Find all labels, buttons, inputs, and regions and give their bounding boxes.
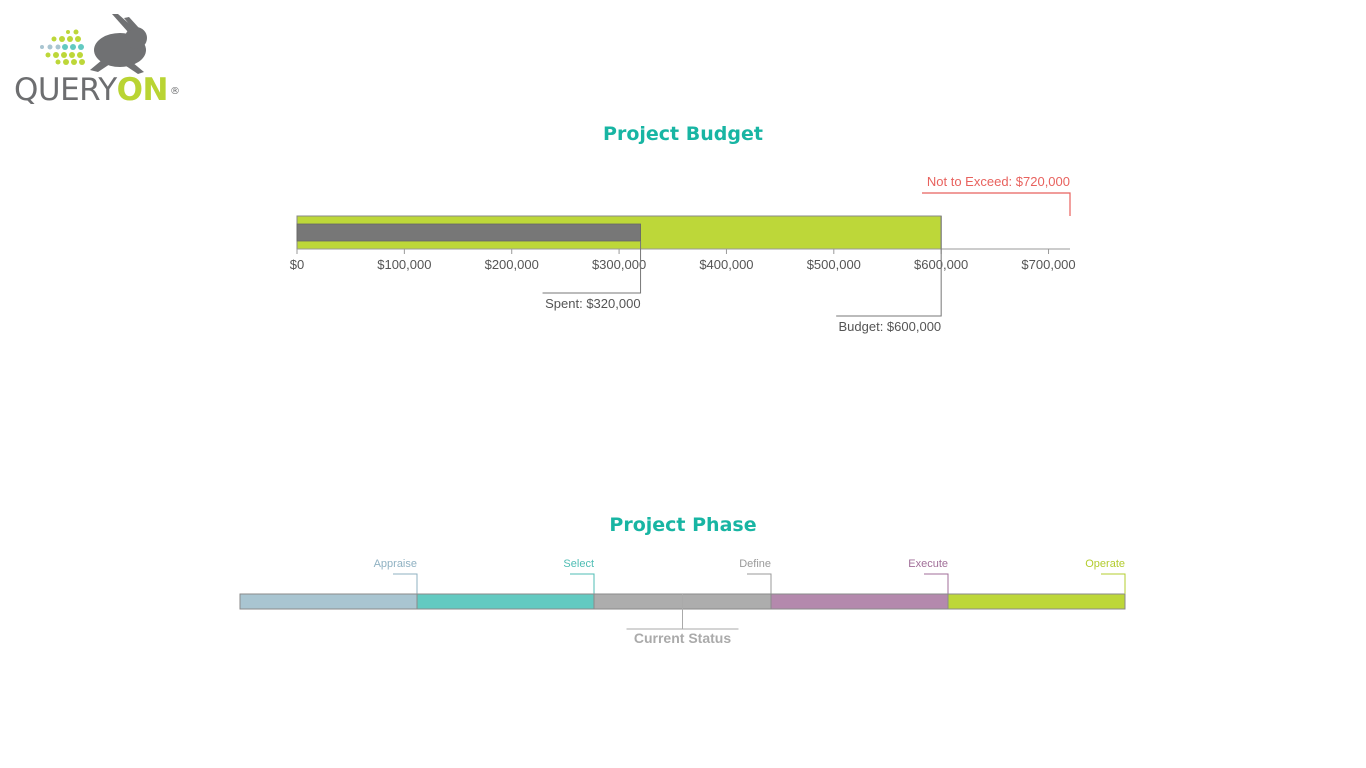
spent-annotation: Spent: $320,000 xyxy=(545,296,640,311)
x-tick-label: $100,000 xyxy=(377,257,431,272)
phase-label-select: Select xyxy=(563,558,594,570)
phase-label-appraise: Appraise xyxy=(374,558,417,570)
phase-segment-select xyxy=(416,593,595,610)
not-to-exceed-marker xyxy=(922,192,1071,216)
x-tick-label: $400,000 xyxy=(699,257,753,272)
x-tick-label: $500,000 xyxy=(807,257,861,272)
phase-label-operate: Operate xyxy=(1085,558,1125,570)
x-tick-label: $200,000 xyxy=(485,257,539,272)
phase-progress-chart: Appraise Select Define Execute Operate Curren… xyxy=(239,558,1126,646)
not-to-exceed-annotation: Not to Exceed: $720,000 xyxy=(927,174,1070,189)
phase-leader-define xyxy=(747,573,772,594)
x-tick-label: $700,000 xyxy=(1021,257,1075,272)
budget-annotation: Budget: $600,000 xyxy=(839,319,942,334)
x-tick-label: $0 xyxy=(290,257,304,272)
phase-segment-appraise xyxy=(239,593,418,610)
phase-segment-execute xyxy=(770,593,949,610)
phase-chart-title: Project Phase xyxy=(609,514,757,536)
budget-bullet-chart: $0 $100,000 $200,000 $300,000 $400,000 $500,0… xyxy=(290,174,1076,334)
current-status-label: Current Status xyxy=(634,630,731,646)
phase-label-define: Define xyxy=(739,558,771,570)
phase-segment-operate xyxy=(947,593,1126,610)
phase-leader-execute xyxy=(924,573,949,594)
spent-bar xyxy=(296,223,641,242)
phase-leader-operate xyxy=(1101,573,1126,594)
phase-leader-select xyxy=(570,573,595,594)
logo-wordmark: QUERYON ® xyxy=(14,72,180,108)
budget-chart-title: Project Budget xyxy=(603,123,763,145)
x-tick-label: $300,000 xyxy=(592,257,646,272)
queryon-logo: QUERYON ® xyxy=(10,10,190,110)
phase-label-execute: Execute xyxy=(908,558,948,570)
rabbit-logo-icon xyxy=(40,14,147,74)
phase-leader-appraise xyxy=(393,573,418,594)
